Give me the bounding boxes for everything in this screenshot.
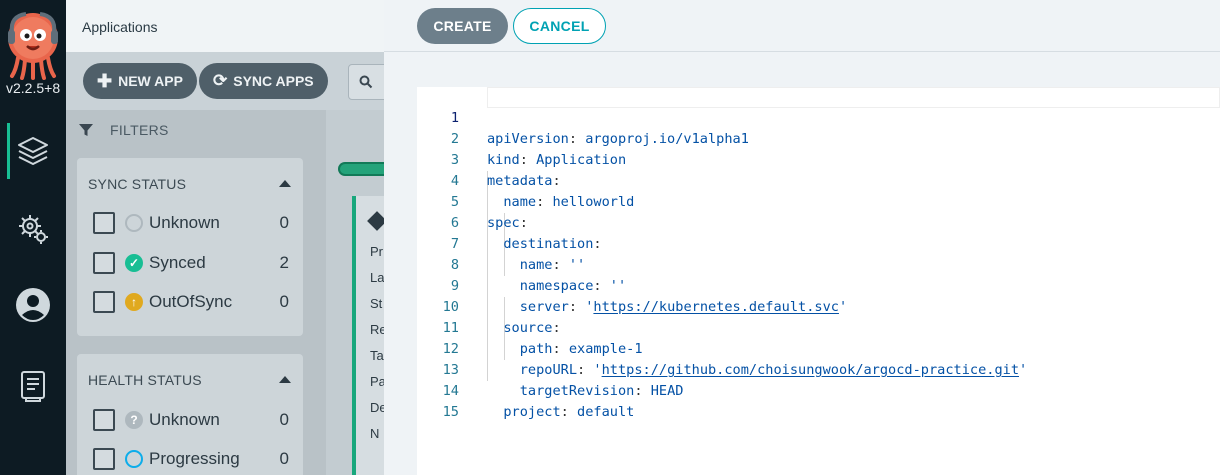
card-field-label: De bbox=[370, 400, 384, 415]
app-list-area: Pr La St Re Ta Pa De N bbox=[326, 110, 384, 475]
create-application-sheet: CREATE CANCEL 1 apiVersion: argoproj.io/… bbox=[384, 0, 1220, 475]
status-summary-bar bbox=[338, 162, 384, 176]
health-status-panel: HEALTH STATUS ? Unknown 0 Progressing 0 bbox=[77, 354, 303, 475]
filter-label: Unknown bbox=[149, 410, 220, 429]
code-line: 3 metadata: bbox=[417, 129, 1220, 189]
card-field-label: Pa bbox=[370, 374, 384, 389]
unknown-sync-icon bbox=[125, 214, 143, 232]
sync-status-title: SYNC STATUS bbox=[88, 176, 187, 192]
layers-icon bbox=[18, 137, 48, 165]
checkbox[interactable] bbox=[93, 252, 115, 274]
filter-row-synced[interactable]: ✓ Synced 2 bbox=[93, 251, 289, 275]
arrow-up-circle-icon: ↑ bbox=[125, 293, 143, 311]
code-line: 6 destination: bbox=[417, 192, 1220, 252]
collapse-caret-icon[interactable] bbox=[279, 376, 291, 383]
filter-label: OutOfSync bbox=[149, 292, 233, 311]
card-field-label: N bbox=[370, 426, 380, 441]
filters-sidebar: FILTERS SYNC STATUS Unknown 0 ✓ Synced 2… bbox=[66, 110, 326, 475]
filter-label: Unknown bbox=[149, 213, 220, 232]
code-line: 15 bbox=[417, 381, 1220, 420]
nav-user-info[interactable] bbox=[0, 277, 66, 333]
search-input[interactable] bbox=[348, 64, 384, 100]
filter-label: Synced bbox=[149, 253, 206, 272]
search-icon bbox=[359, 75, 373, 89]
card-field-label: La bbox=[370, 270, 384, 285]
code-line: 13 targetRevision: HEAD bbox=[417, 339, 1220, 399]
yaml-key: project bbox=[503, 404, 561, 420]
toolbar: ✚ NEW APP ⟳ SYNC APPS bbox=[66, 52, 384, 110]
plus-icon: ✚ bbox=[97, 70, 113, 91]
question-circle-icon: ? bbox=[125, 411, 143, 429]
code-line: 14 project: default bbox=[417, 360, 1220, 420]
filter-row-progressing[interactable]: Progressing 0 bbox=[93, 447, 289, 471]
new-app-label: NEW APP bbox=[118, 73, 183, 89]
sheet-header: CREATE CANCEL bbox=[384, 0, 1220, 52]
card-field-label: St bbox=[370, 296, 383, 311]
sync-status-panel: SYNC STATUS Unknown 0 ✓ Synced 2 ↑ OutOf… bbox=[77, 158, 303, 336]
page-title: Applications bbox=[82, 19, 158, 35]
code-line: 1 apiVersion: argoproj.io/v1alpha1 bbox=[417, 87, 1220, 147]
version-label: v2.2.5+8 bbox=[6, 80, 61, 96]
line-number: 15 bbox=[442, 404, 459, 420]
code-line: 5 spec: bbox=[417, 171, 1220, 231]
filters-header[interactable]: FILTERS bbox=[78, 122, 169, 138]
new-app-button[interactable]: ✚ NEW APP bbox=[83, 63, 197, 99]
filter-row-unknown[interactable]: Unknown 0 bbox=[93, 211, 289, 235]
yaml-value: default bbox=[577, 404, 635, 420]
checkbox[interactable] bbox=[93, 409, 115, 431]
filter-label: Progressing bbox=[149, 449, 240, 468]
sync-icon: ⟳ bbox=[213, 71, 228, 90]
health-status-title: HEALTH STATUS bbox=[88, 372, 202, 388]
checkbox[interactable] bbox=[93, 448, 115, 470]
checkbox[interactable] bbox=[93, 212, 115, 234]
progressing-circle-icon bbox=[125, 450, 143, 468]
application-card[interactable]: Pr La St Re Ta Pa De N bbox=[352, 196, 384, 475]
sync-apps-button[interactable]: ⟳ SYNC APPS bbox=[199, 63, 328, 99]
sync-apps-label: SYNC APPS bbox=[233, 73, 314, 89]
filter-row-health-unknown[interactable]: ? Unknown 0 bbox=[93, 408, 289, 432]
nav-documentation[interactable] bbox=[0, 358, 66, 414]
nav-settings[interactable] bbox=[0, 201, 66, 257]
code-line: 2 kind: Application bbox=[417, 108, 1220, 168]
filter-row-outofsync[interactable]: ↑ OutOfSync 0 bbox=[93, 290, 289, 314]
card-field-label: Re bbox=[370, 322, 384, 337]
filter-icon bbox=[79, 124, 93, 136]
filters-label: FILTERS bbox=[110, 122, 169, 138]
code-line: 9 server: 'https://kubernetes.default.sv… bbox=[417, 255, 1220, 315]
user-icon bbox=[16, 288, 50, 322]
docs-icon bbox=[21, 371, 45, 402]
filter-count: 0 bbox=[279, 213, 289, 232]
code-line: 12 repoURL: 'https://github.com/choisung… bbox=[417, 318, 1220, 378]
code-line: 10 source: bbox=[417, 276, 1220, 336]
gears-icon bbox=[19, 215, 48, 244]
code-line: 11 path: example-1 bbox=[417, 297, 1220, 357]
create-button[interactable]: CREATE bbox=[417, 8, 508, 44]
app-diamond-icon bbox=[367, 211, 384, 231]
cancel-button[interactable]: CANCEL bbox=[513, 8, 606, 44]
yaml-editor[interactable]: 1 apiVersion: argoproj.io/v1alpha1 2 kin… bbox=[417, 87, 1220, 475]
check-circle-icon: ✓ bbox=[125, 254, 143, 272]
top-bar: Applications bbox=[66, 0, 384, 52]
nav-applications[interactable] bbox=[0, 123, 66, 179]
filter-count: 0 bbox=[279, 410, 289, 429]
card-field-label: Ta bbox=[370, 348, 384, 363]
left-nav: v2.2.5+8 bbox=[0, 0, 66, 475]
argo-logo[interactable] bbox=[6, 8, 60, 80]
code-line: 4 name: helloworld bbox=[417, 150, 1220, 210]
filter-count: 0 bbox=[279, 292, 289, 311]
applications-page: Applications ✚ NEW APP ⟳ SYNC APPS FILTE… bbox=[66, 0, 384, 475]
collapse-caret-icon[interactable] bbox=[279, 180, 291, 187]
code-line: 8 namespace: '' bbox=[417, 234, 1220, 294]
filter-count: 0 bbox=[279, 449, 289, 468]
filter-count: 2 bbox=[279, 253, 289, 272]
card-field-label: Pr bbox=[370, 244, 383, 259]
checkbox[interactable] bbox=[93, 291, 115, 313]
code-line: 7 name: '' bbox=[417, 213, 1220, 273]
